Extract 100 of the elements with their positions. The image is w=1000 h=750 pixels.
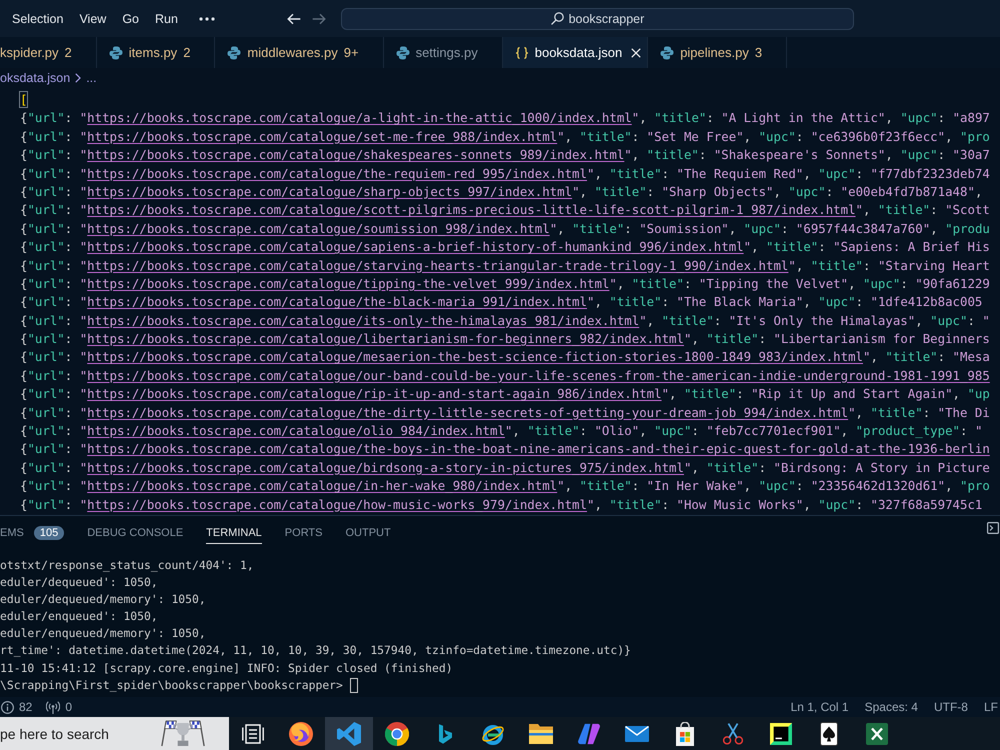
json-text: ", "title": "Olio", "upc": "feb7cc7701ecf901", "product_type": " (504, 423, 982, 438)
folder-icon (529, 724, 553, 744)
json-text: {"url": " (20, 460, 88, 475)
json-text: {"url": " (20, 386, 88, 402)
color-wheel-icon (385, 722, 409, 746)
json-text: ", "title": "Soumission", "upc": "6957f44c3847a760", "produ (550, 220, 990, 236)
menu-item[interactable]: Selection (5, 8, 70, 28)
status-item[interactable]: 82 (1, 700, 32, 714)
python-icon (660, 46, 674, 60)
terminal-prompt: \Scrapping\First_spider\bookscrapper\bookscrapper> (0, 676, 343, 694)
json-text: {"url": " (20, 147, 88, 162)
panel-tab[interactable]: OUTPUT (346, 522, 391, 544)
url-link[interactable]: https://books.toscrape.com/catalogue/birdsong-a-story-in-pictures_975/index.html (87, 460, 684, 475)
json-text: {"url": " (20, 368, 88, 383)
json-text: ", "title": "Mesa (863, 349, 990, 364)
json-text: ", "title": "The Di (848, 404, 990, 420)
search-field[interactable]: pe here to search (0, 717, 229, 750)
json-text: {"url": " (20, 331, 88, 346)
ribbon-icon (337, 722, 361, 746)
json-text: ", "title": "Shakespeare's Sonnets", "upc": "30a7 (624, 147, 990, 162)
braces-icon (514, 46, 529, 58)
json-text: ", "title": "Libertarianism for Beginners (684, 331, 990, 346)
json-text: ", "title": "It's Only the Himalayas", "upc": " (639, 312, 990, 328)
breadcrumb-item[interactable]: ... (86, 70, 97, 84)
slanted-bars-icon (578, 722, 600, 744)
url-link[interactable]: https://books.toscrape.com/catalogue/set-me-free_988/index.html (87, 128, 558, 144)
menu-item[interactable]: Go (115, 8, 146, 28)
close-icon[interactable] (631, 48, 642, 58)
url-link[interactable]: https://books.toscrape.com/catalogue/its-only-the-himalayas_981/index.html (87, 312, 640, 328)
terminal-line: 11-10 15:41:12 [scrapy.core.engine] INFO: Spider closed (finished) (0, 660, 454, 677)
url-link[interactable]: https://books.toscrape.com/catalogue/the-dirty-little-secrets-of-getting-your-dream-job_994/index.html (87, 404, 848, 420)
trophy-flags-icon (159, 720, 207, 747)
json-text: ", "title": "Set Me Free", "upc": "ce6396b0f23f6ecc", "pro (557, 128, 990, 144)
json-text: ", "title": "Rip it Up and Start Again", "up (662, 386, 990, 402)
terminal-line: eduler/enqueued/memory': 1050, (0, 625, 207, 642)
url-link[interactable]: https://books.toscrape.com/catalogue/the-boys-in-the-boat-nine-americans-and-their-epic-quest-for-gold-at-the-1936-berlin (87, 441, 990, 456)
json-text: {"url": " (20, 478, 88, 494)
json-text: ", "title": "Birdsong: A Story in Picture (684, 460, 990, 475)
json-text: ", "title": "The Black Maria", "upc": "1dfe412b8ac005 (586, 294, 982, 310)
python-icon (108, 46, 123, 60)
url-link[interactable]: https://books.toscrape.com/catalogue/sharp-objects_997/index.html (87, 184, 572, 199)
status-item[interactable]: Spaces: 4 (864, 700, 918, 714)
panel-tab[interactable]: TERMINAL (206, 522, 262, 544)
url-link[interactable]: https://books.toscrape.com/catalogue/tipping-the-velvet_999/index.html (87, 276, 610, 291)
status-item[interactable]: Ln 1, Col 1 (790, 700, 849, 714)
json-text: [ (20, 92, 28, 107)
python-icon (227, 46, 242, 60)
menu-item[interactable]: View (72, 8, 114, 28)
json-text: {"url": " (20, 184, 88, 199)
url-link[interactable]: https://books.toscrape.com/catalogue/the-black-maria_991/index.html (87, 294, 587, 310)
swirl-circle-icon (289, 722, 313, 746)
breadcrumb-item[interactable]: oksdata.json (0, 70, 70, 84)
search-field[interactable]: bookscrapper (340, 8, 854, 30)
terminal-line: eduler/enqueued': 1050, (0, 608, 159, 626)
url-link[interactable]: https://books.toscrape.com/catalogue/rip-it-up-and-start-again_986/index.html (87, 386, 662, 402)
url-link[interactable]: https://books.toscrape.com/catalogue/the-requiem-red_995/index.html (87, 166, 587, 181)
task-view-icon (242, 724, 264, 744)
terminal-icon[interactable] (987, 522, 999, 534)
chevron-icon (75, 72, 82, 82)
json-text: {"url": " (20, 496, 88, 512)
status-item[interactable]: LF (984, 700, 998, 714)
playing-card-icon (820, 722, 838, 746)
url-link[interactable]: https://books.toscrape.com/catalogue/a-light-in-the-attic_1000/index.html (87, 110, 632, 126)
more-icon[interactable] (198, 16, 215, 20)
url-link[interactable]: https://books.toscrape.com/catalogue/libertarianism-for-beginners_982/index.html (87, 331, 684, 346)
json-text: {"url": " (20, 441, 88, 456)
status-item[interactable]: 0 (46, 700, 72, 714)
url-link[interactable]: https://books.toscrape.com/catalogue/sapiens-a-brief-history-of-humankind_996/index.html (87, 239, 744, 254)
count-badge: 105 (34, 526, 64, 540)
search-icon (550, 12, 564, 25)
url-link[interactable]: https://books.toscrape.com/catalogue/how-music-works_979/index.html (87, 496, 587, 512)
json-text: {"url": " (20, 239, 88, 254)
back-arrow-icon[interactable] (286, 12, 301, 24)
url-link[interactable]: https://books.toscrape.com/catalogue/scott-pilgrims-precious-little-life-scott-pilgrim-1_987/index.html (87, 202, 856, 218)
panel-tab[interactable]: EMS 105 (0, 520, 64, 544)
shopping-bag-icon (676, 722, 694, 746)
url-link[interactable]: https://books.toscrape.com/catalogue/shakespeares-sonnets_989/index.html (87, 147, 624, 162)
json-text: {"url": " (20, 220, 88, 236)
status-item[interactable]: UTF-8 (934, 700, 968, 714)
json-text: {"url": " (20, 312, 88, 328)
square-logo-icon (770, 722, 792, 744)
json-text: ", "title": "In Her Wake", "upc": "23356462d1320d61", "pro (557, 478, 990, 494)
editor-tab[interactable]: kspider.py 2 (0, 37, 97, 68)
json-text: ", "title": "Sapiens: A Brief His (744, 239, 990, 254)
menu-item[interactable]: Run (148, 8, 185, 28)
url-link[interactable]: https://books.toscrape.com/catalogue/mesaerion-the-best-science-fiction-stories-1800-1849_983/index.html (87, 349, 863, 364)
url-link[interactable]: https://books.toscrape.com/catalogue/olio_984/index.html (87, 423, 505, 438)
editor-tab[interactable]: settings.py (384, 37, 503, 68)
scissors-icon (723, 722, 743, 746)
url-link[interactable]: https://books.toscrape.com/catalogue/starving-hearts-triangular-trade-trilogy-1_990/index.html (87, 258, 788, 273)
json-text: {"url": " (20, 202, 88, 218)
url-link[interactable]: https://books.toscrape.com/catalogue/soumission_998/index.html (87, 220, 550, 236)
panel-tab[interactable]: DEBUG CONSOLE (87, 522, 184, 544)
editor-tab[interactable]: booksdata.json (502, 37, 648, 68)
python-icon (396, 46, 410, 60)
json-text: {"url": " (20, 258, 88, 273)
terminal-line: rt_time': datetime.datetime(2024, 11, 10, 10, 39, 30, 157940, tzinfo=datetime.timezone.utc)} (0, 642, 632, 660)
url-link[interactable]: https://books.toscrape.com/catalogue/in-her-wake_980/index.html (87, 478, 558, 494)
panel-tab[interactable]: PORTS (284, 522, 322, 544)
url-link[interactable]: https://books.toscrape.com/catalogue/our-band-could-be-your-life-scenes-from-the-american-indie-underground-1981-1991_985 (87, 368, 990, 383)
